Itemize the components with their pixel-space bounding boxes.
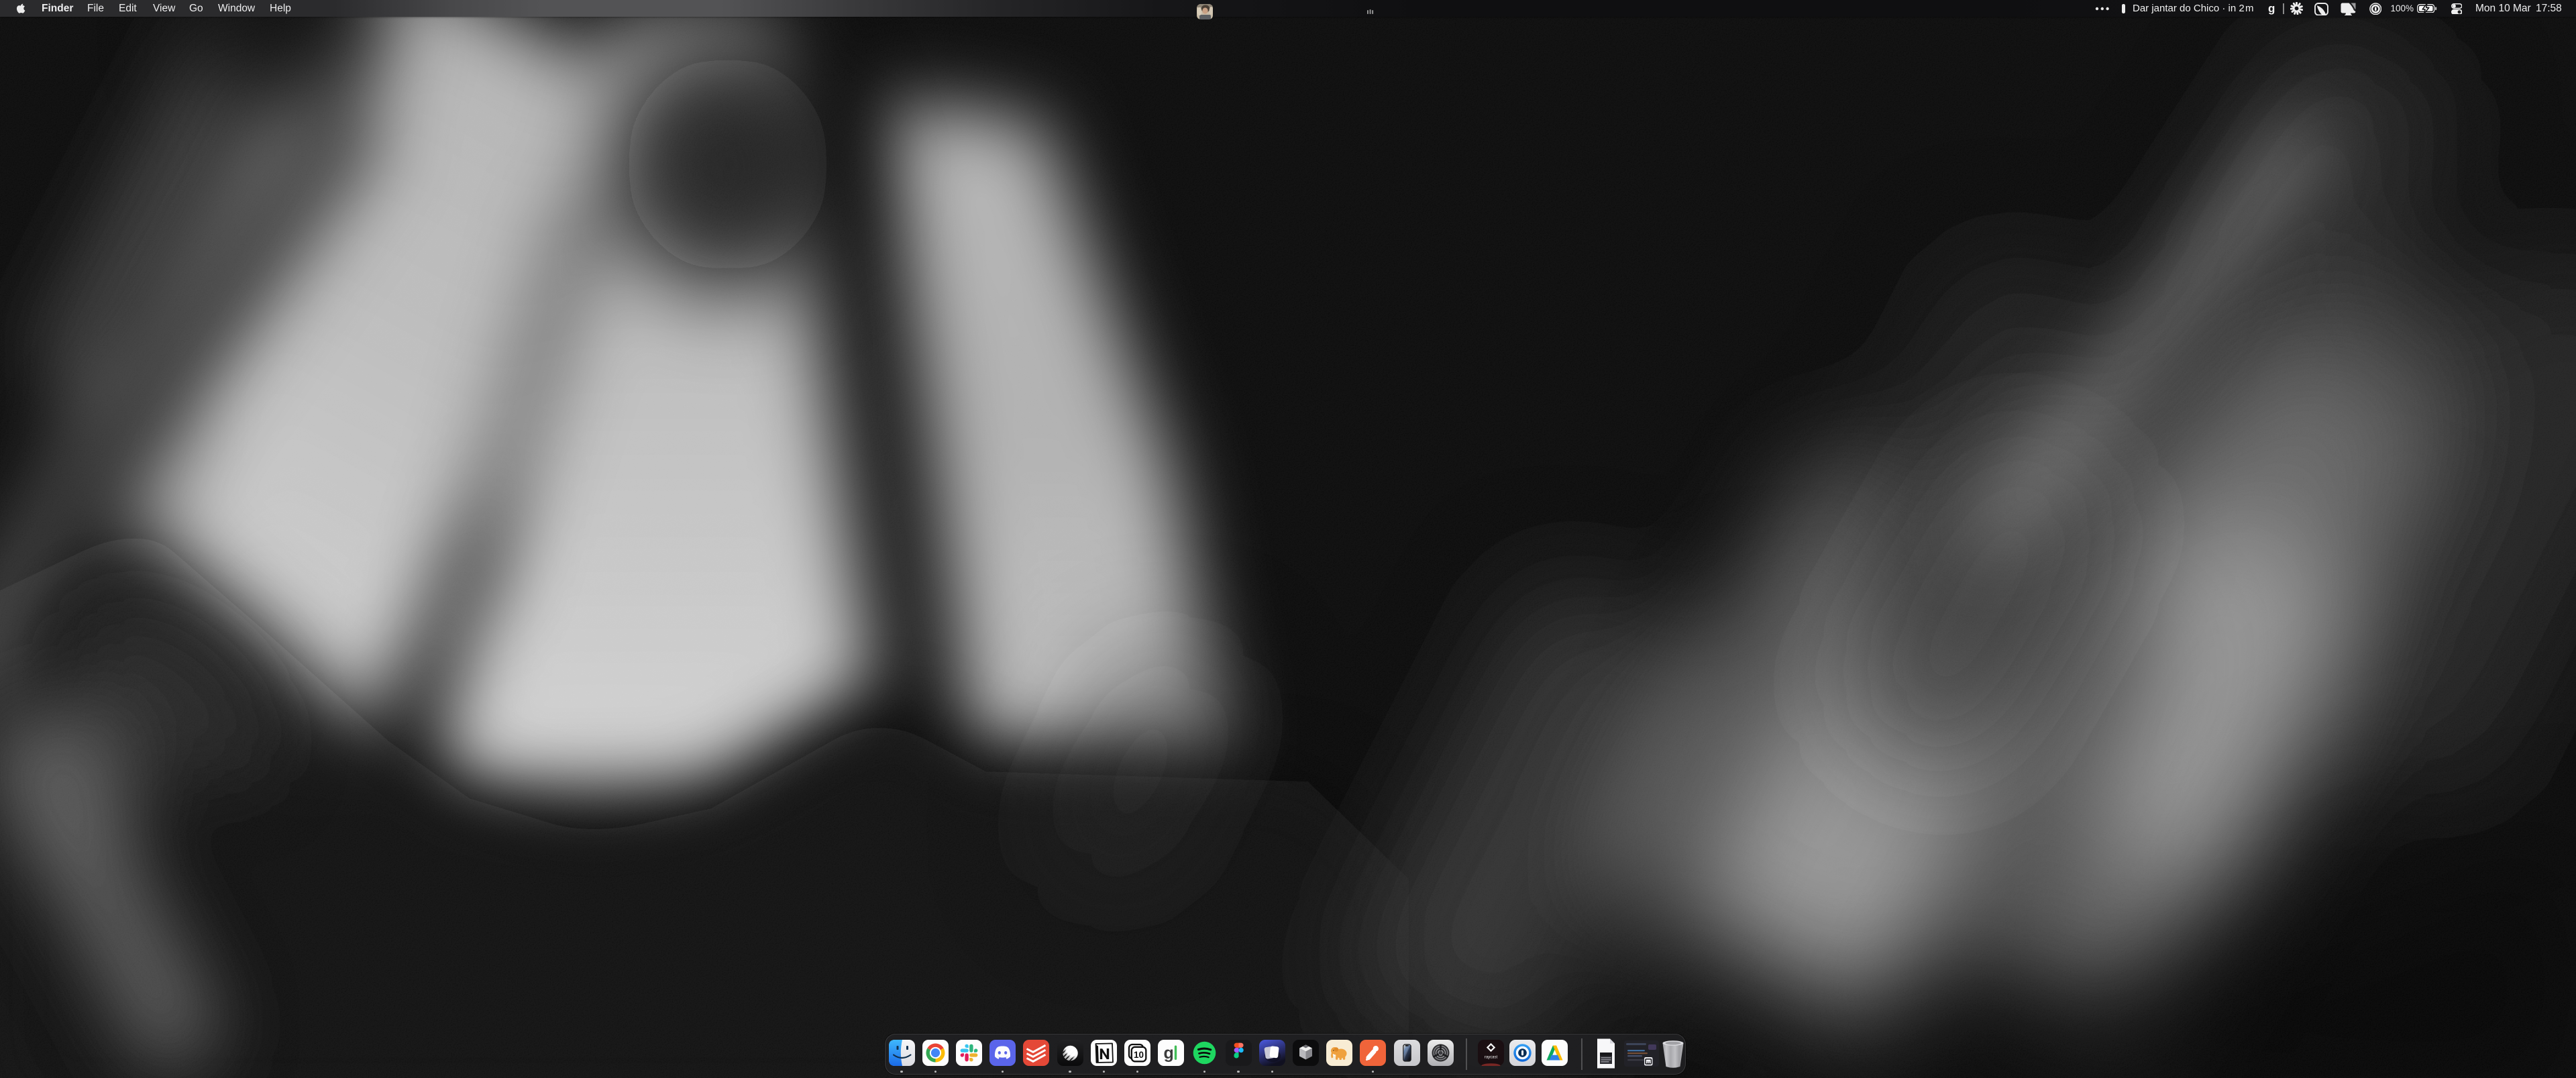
svg-text:10: 10 [1134,1050,1144,1060]
svg-text:g: g [1164,1044,1174,1063]
svg-text:11: 11 [1647,1061,1650,1065]
svg-text:raycast: raycast [1485,1056,1498,1060]
